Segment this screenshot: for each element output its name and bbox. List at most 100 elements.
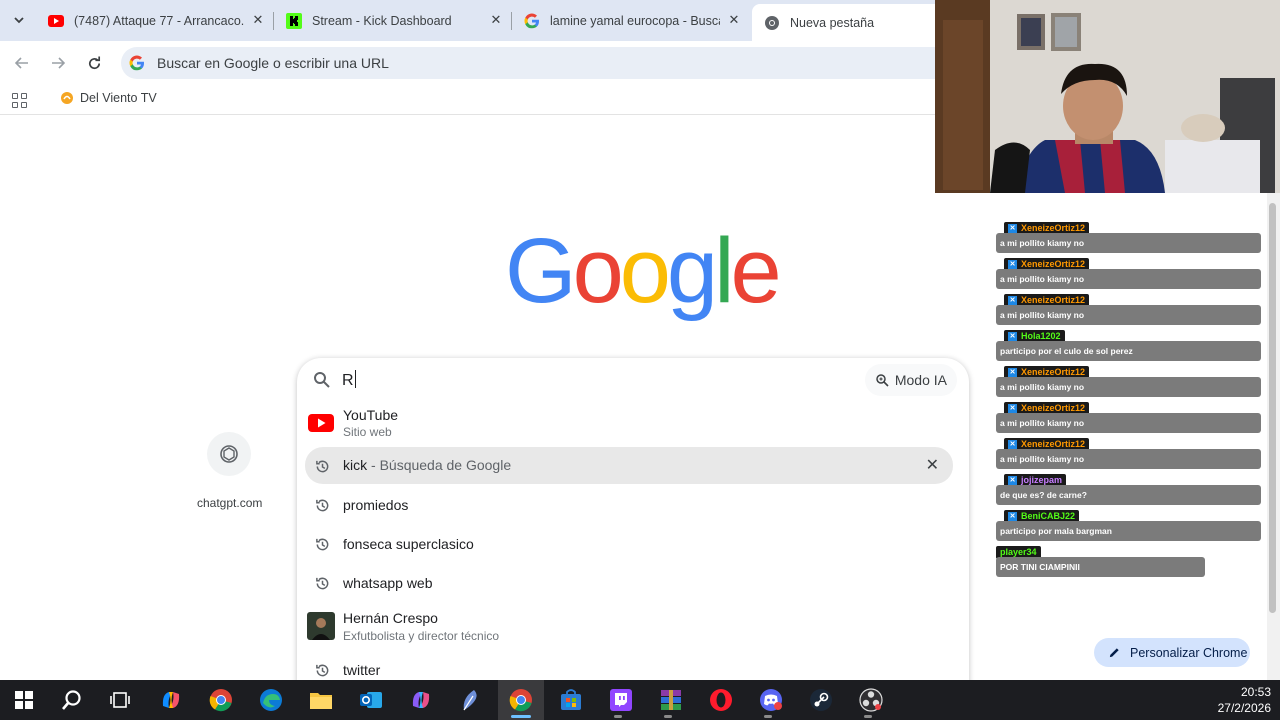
back-arrow-icon: [15, 57, 28, 69]
chat-text: a mi pollito kiamy no: [996, 233, 1261, 253]
chat-text: a mi pollito kiamy no: [996, 449, 1261, 469]
history-icon: [313, 457, 331, 475]
address-bar[interactable]: Buscar en Google o escribir una URL: [121, 47, 971, 79]
steam-icon[interactable]: [807, 686, 835, 714]
tab-youtube[interactable]: (7487) Attaque 77 - Arrancaco... ✕: [36, 4, 274, 37]
forward-arrow-icon: [52, 57, 65, 69]
pencil-icon: [1109, 648, 1119, 658]
suggestion-title: twitter: [343, 662, 381, 678]
page-scrollbar[interactable]: [1267, 193, 1280, 680]
tab-google-search[interactable]: lamine yamal eurocopa - Busca... ✕: [512, 4, 750, 37]
taskbar: 20:53 27/2/2026: [0, 680, 1280, 720]
suggestion-fonseca[interactable]: fonseca superclasico: [297, 525, 969, 563]
chat-text: participo por mala bargman: [996, 521, 1261, 541]
tab-search-button[interactable]: [6, 8, 32, 32]
suggestion-youtube[interactable]: YouTube Sitio web: [297, 404, 969, 442]
chat-message: ✕ jojizepam de que es? de carne?: [996, 474, 1262, 510]
chat-message: ✕ XeneizeOrtiz12 a mi pollito kiamy no: [996, 366, 1262, 402]
copilot-icon[interactable]: [157, 686, 185, 714]
suggestion-title: whatsapp web: [343, 575, 433, 591]
suggestion-title: kick: [343, 457, 368, 473]
running-app-indicator: [664, 715, 672, 718]
suggestion-suffix: - Búsqueda de Google: [367, 457, 512, 473]
history-icon: [313, 496, 331, 514]
search-icon[interactable]: [58, 686, 86, 714]
suggestion-kick[interactable]: kick - Búsqueda de Google ✕: [305, 447, 953, 484]
google-icon: [524, 12, 540, 29]
chrome-active-icon[interactable]: [507, 686, 535, 714]
search-input[interactable]: R Modo IA: [297, 358, 969, 402]
history-icon: [313, 661, 331, 679]
chat-badge-icon: ✕: [1008, 332, 1017, 341]
outlook-icon[interactable]: [357, 686, 385, 714]
task-view-icon[interactable]: [106, 686, 134, 714]
screen: (7487) Attaque 77 - Arrancaco... ✕ Strea…: [0, 0, 1280, 720]
tab-kick-dashboard[interactable]: Stream - Kick Dashboard ✕: [274, 4, 512, 37]
close-icon[interactable]: ✕: [726, 12, 742, 28]
obs-icon[interactable]: [857, 686, 885, 714]
clock-time: 20:53: [1240, 685, 1271, 699]
twitch-icon[interactable]: [607, 686, 635, 714]
winrar-icon[interactable]: [657, 686, 685, 714]
chevron-down-icon: [14, 17, 24, 24]
suggestion-title: YouTube: [343, 407, 399, 423]
history-icon: [313, 574, 331, 592]
file-explorer-icon[interactable]: [307, 686, 335, 714]
discord-icon[interactable]: [757, 686, 785, 714]
suggestion-promiedos[interactable]: promiedos: [297, 486, 969, 524]
feather-icon[interactable]: [457, 686, 485, 714]
back-button[interactable]: [8, 49, 36, 77]
windows-start-icon[interactable]: [10, 686, 38, 714]
opera-icon[interactable]: [707, 686, 735, 714]
scrollbar-thumb[interactable]: [1269, 203, 1276, 613]
chat-text: POR TINI CIAMPINII: [996, 557, 1205, 577]
suggestion-whatsapp[interactable]: whatsapp web: [297, 564, 969, 602]
chat-text: a mi pollito kiamy no: [996, 413, 1261, 433]
logo-letter: o: [619, 220, 671, 322]
suggestion-subtitle: Sitio web: [343, 425, 392, 439]
tab-title: Stream - Kick Dashboard: [312, 13, 452, 28]
forward-button[interactable]: [44, 49, 72, 77]
tab-title: Nueva pestaña: [790, 15, 875, 30]
running-app-indicator: [764, 715, 772, 718]
tab-new-tab[interactable]: Nueva pestaña: [752, 4, 952, 41]
suggestion-hernan-crespo[interactable]: Hernán Crespo Exfutbolista y director té…: [297, 605, 969, 647]
chrome-icon[interactable]: [207, 686, 235, 714]
chatgpt-icon: [220, 445, 238, 463]
chat-badge-icon: ✕: [1008, 368, 1017, 377]
chat-text: a mi pollito kiamy no: [996, 305, 1261, 325]
store-icon[interactable]: [557, 686, 585, 714]
chat-message: ✕ XeneizeOrtiz12 a mi pollito kiamy no: [996, 438, 1262, 474]
reload-button[interactable]: [80, 49, 108, 77]
chat-message: ✕ XeneizeOrtiz12 a mi pollito kiamy no: [996, 294, 1262, 330]
kick-icon: [286, 12, 302, 29]
chat-text: a mi pollito kiamy no: [996, 269, 1261, 289]
chat-message: ✕ XeneizeOrtiz12 a mi pollito kiamy no: [996, 222, 1262, 258]
edge-icon[interactable]: [257, 686, 285, 714]
bookmark-del-viento-tv[interactable]: Del Viento TV: [60, 91, 157, 105]
address-bar-placeholder: Buscar en Google o escribir una URL: [157, 55, 389, 71]
chat-text: a mi pollito kiamy no: [996, 377, 1261, 397]
shortcut-chatgpt[interactable]: chatgpt.com: [197, 432, 262, 510]
customize-chrome-button[interactable]: Personalizar Chrome: [1094, 638, 1250, 667]
chat-badge-icon: ✕: [1008, 224, 1017, 233]
search-icon: [314, 372, 330, 388]
close-icon[interactable]: ✕: [488, 12, 504, 28]
apps-grid-icon[interactable]: [12, 93, 27, 108]
reload-icon: [88, 55, 100, 69]
ai-mode-label: Modo IA: [894, 372, 947, 388]
chat-overlay: ✕ XeneizeOrtiz12 a mi pollito kiamy no ✕ Xen…: [996, 222, 1262, 582]
youtube-icon: [48, 13, 64, 29]
chat-badge-icon: ✕: [1008, 260, 1017, 269]
close-icon[interactable]: ✕: [250, 12, 266, 28]
system-clock[interactable]: 20:53 27/2/2026: [1218, 684, 1271, 716]
logo-letter: o: [572, 220, 624, 322]
suggestion-title: Hernán Crespo: [343, 610, 438, 626]
text-caret: [354, 370, 356, 388]
ai-mode-button[interactable]: Modo IA: [864, 364, 957, 396]
suggestion-title: promiedos: [343, 497, 409, 513]
search-query: R: [342, 370, 356, 390]
customize-label: Personalizar Chrome: [1130, 645, 1248, 660]
copilot-m365-icon[interactable]: [407, 686, 435, 714]
remove-suggestion-icon[interactable]: ✕: [926, 455, 939, 475]
